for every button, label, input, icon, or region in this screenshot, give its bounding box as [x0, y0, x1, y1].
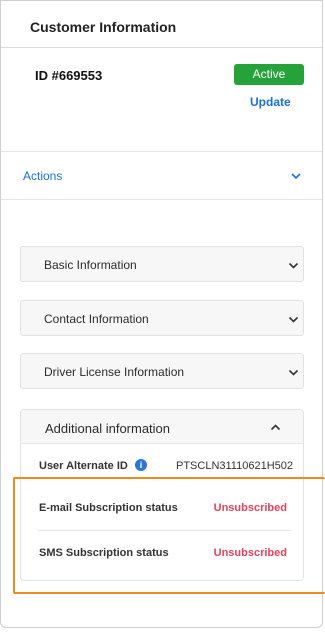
chevron-down-icon: [291, 173, 301, 180]
actions-label: Actions: [23, 169, 63, 183]
info-icon[interactable]: i: [135, 459, 147, 471]
chevron-down-icon: [288, 369, 299, 376]
section-label: Basic Information: [44, 258, 137, 272]
additional-information-header[interactable]: Additional information: [21, 410, 303, 444]
actions-dropdown[interactable]: Actions: [1, 152, 322, 200]
chevron-up-icon: [270, 424, 281, 431]
panel-header: Customer Information: [1, 1, 322, 48]
section-label: Contact Information: [44, 312, 149, 326]
update-link[interactable]: Update: [250, 95, 291, 109]
section-contact-information[interactable]: Contact Information: [20, 300, 304, 336]
section-driver-license-information[interactable]: Driver License Information: [20, 353, 304, 389]
section-label: Additional information: [45, 421, 171, 436]
highlight-box: [13, 477, 325, 594]
status-badge: Active: [234, 64, 304, 85]
field-value: PTSCLN31110621H502: [175, 460, 293, 472]
customer-id: ID #669553: [35, 68, 103, 83]
chevron-down-icon: [288, 262, 299, 269]
field-label: User Alternate ID: [39, 460, 128, 472]
panel-title: Customer Information: [30, 19, 177, 35]
customer-id-block: ID #669553 Active Update: [1, 48, 322, 152]
section-label: Driver License Information: [44, 365, 185, 379]
chevron-down-icon: [288, 316, 299, 323]
section-basic-information[interactable]: Basic Information: [20, 246, 304, 282]
